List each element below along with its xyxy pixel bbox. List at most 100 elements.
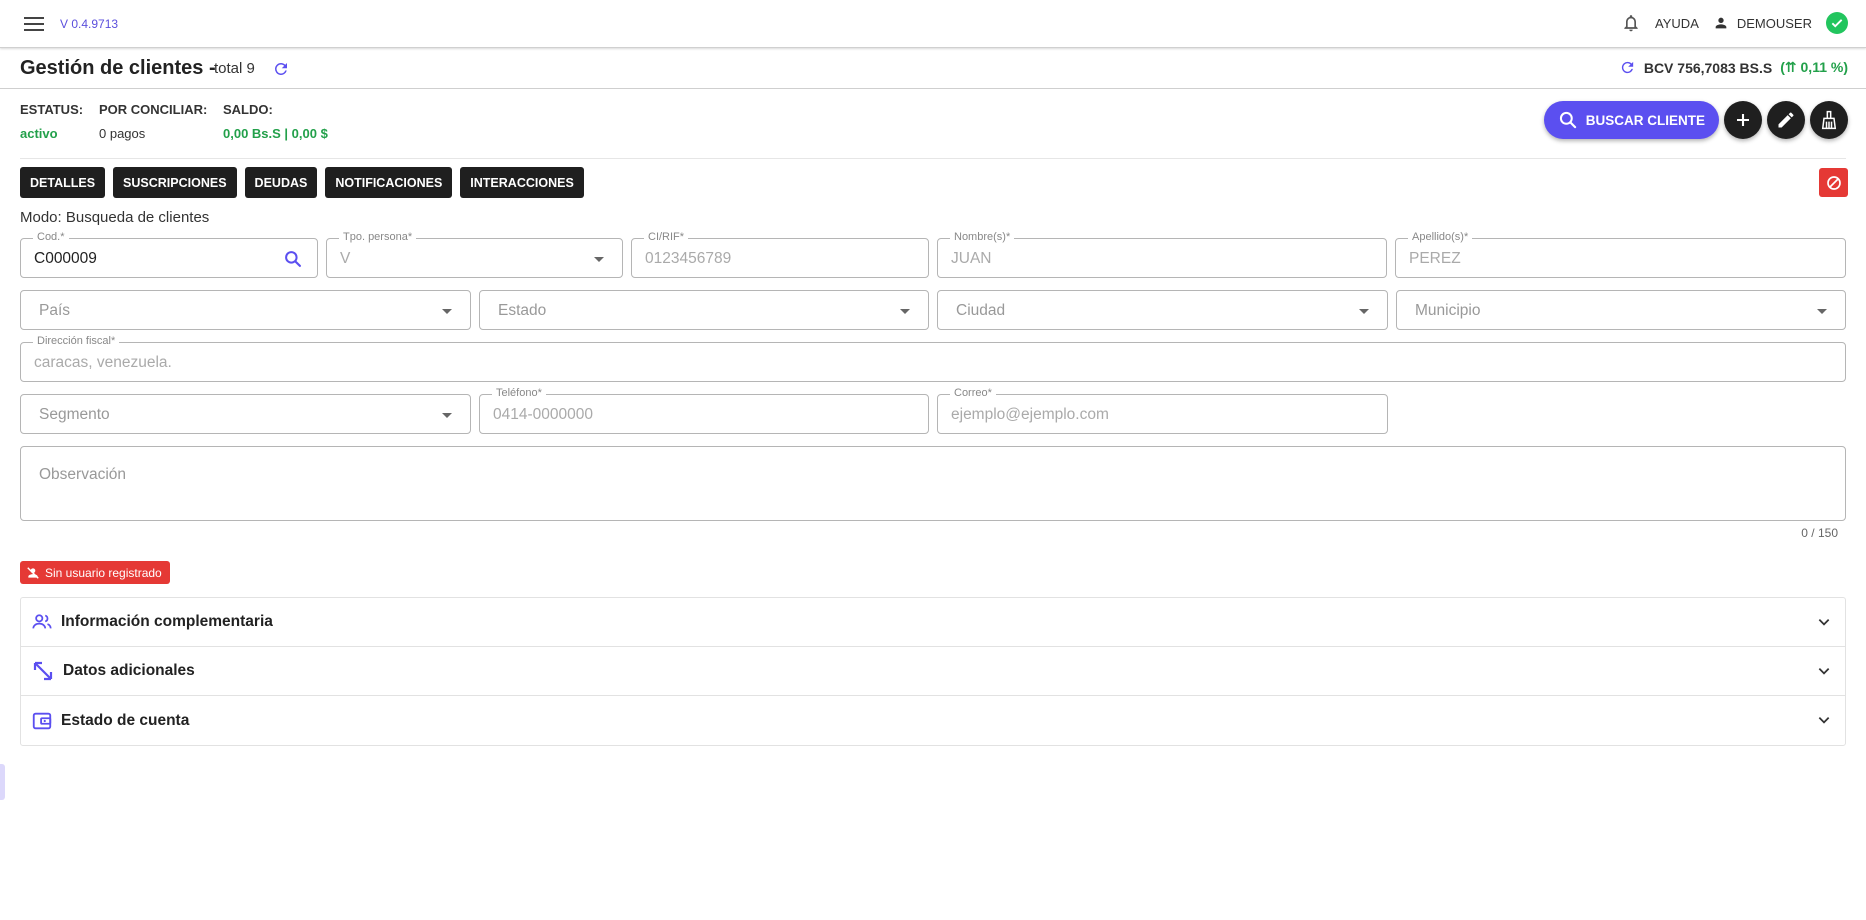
chevron-down-icon bbox=[442, 309, 452, 314]
accordion-title: Estado de cuenta bbox=[61, 711, 190, 729]
estado-placeholder: Estado bbox=[498, 302, 547, 319]
apellido-placeholder: PEREZ bbox=[1409, 250, 1461, 267]
nombre-field[interactable]: Nombre(s)* JUAN bbox=[937, 231, 1387, 278]
saldo-value: 0,00 Bs.S | 0,00 $ bbox=[223, 126, 328, 141]
exchange-rate: BCV 756,7083 BS.S (⇈ 0,11 %) bbox=[1619, 59, 1848, 76]
chevron-down-icon bbox=[1818, 619, 1830, 626]
clear-form-button[interactable] bbox=[1810, 101, 1848, 139]
tipo-persona-value: V bbox=[340, 250, 351, 267]
refresh-icon[interactable] bbox=[272, 60, 290, 83]
cod-label: Cod.* bbox=[33, 231, 69, 243]
tab-notificaciones[interactable]: NOTIFICACIONES bbox=[325, 167, 453, 198]
add-client-button[interactable] bbox=[1724, 101, 1762, 139]
direccion-fiscal-label: Dirección fiscal* bbox=[33, 335, 120, 347]
ban-icon bbox=[1826, 175, 1841, 190]
accordion-estado-de-cuenta[interactable]: Estado de cuenta bbox=[21, 696, 1845, 745]
wallet-icon bbox=[32, 712, 52, 729]
bcv-change: (⇈ 0,11 %) bbox=[1780, 59, 1848, 75]
side-drawer-handle[interactable] bbox=[0, 764, 5, 800]
observacion-placeholder: Observación bbox=[39, 466, 127, 483]
chevron-down-icon bbox=[900, 309, 910, 314]
nombre-placeholder: JUAN bbox=[951, 250, 992, 267]
help-button[interactable]: AYUDA bbox=[1655, 16, 1699, 31]
page-header: Gestión de clientes - total 9 BCV 756,70… bbox=[0, 49, 1866, 89]
top-app-bar: V 0.4.9713 AYUDA DEMOUSER bbox=[0, 0, 1866, 48]
apellido-field[interactable]: Apellido(s)* PEREZ bbox=[1395, 231, 1846, 278]
segmento-placeholder: Segmento bbox=[39, 406, 110, 423]
telefono-field[interactable]: Teléfono* 0414-0000000 bbox=[479, 387, 929, 434]
cod-value: C000009 bbox=[34, 250, 97, 267]
search-icon[interactable] bbox=[283, 249, 303, 269]
user-label: DEMOUSER bbox=[1736, 15, 1812, 31]
correo-field[interactable]: Correo* ejemplo@ejemplo.com bbox=[937, 387, 1388, 434]
telefono-placeholder: 0414-0000000 bbox=[493, 406, 593, 423]
plus-icon bbox=[1737, 114, 1749, 126]
chevron-down-icon bbox=[1818, 717, 1830, 724]
por-conciliar-label: POR CONCILIAR: bbox=[99, 102, 208, 117]
estatus-block: ESTATUS: activo bbox=[20, 102, 83, 141]
observacion-textarea[interactable]: Observación bbox=[20, 446, 1846, 521]
total-count: total 9 bbox=[214, 60, 255, 77]
accordion-datos-adicionales[interactable]: Datos adicionales bbox=[21, 647, 1845, 696]
bcv-rate: BCV 756,7083 BS.S bbox=[1643, 59, 1773, 76]
bell-icon bbox=[1624, 15, 1638, 32]
estado-select[interactable]: Estado bbox=[479, 290, 929, 330]
municipio-placeholder: Municipio bbox=[1415, 302, 1481, 319]
ci-rif-label: CI/RIF* bbox=[644, 231, 689, 243]
estatus-value: activo bbox=[20, 126, 58, 141]
chevron-down-icon bbox=[1817, 309, 1827, 314]
pais-select[interactable]: País bbox=[20, 290, 471, 330]
edit-client-button[interactable] bbox=[1767, 101, 1805, 139]
saldo-label: SALDO: bbox=[223, 102, 273, 117]
connection-status-icon bbox=[1826, 12, 1848, 34]
accordion-title: Información complementaria bbox=[61, 613, 273, 630]
tab-detalles[interactable]: DETALLES bbox=[20, 167, 106, 198]
tab-interacciones[interactable]: INTERACCIONES bbox=[460, 167, 584, 198]
chevron-down-icon bbox=[1359, 309, 1369, 314]
accordion-informacion-complementaria[interactable]: Información complementaria bbox=[21, 598, 1845, 647]
user-menu[interactable]: DEMOUSER bbox=[1713, 15, 1812, 31]
apellido-label: Apellido(s)* bbox=[1408, 231, 1473, 243]
pais-placeholder: País bbox=[39, 302, 71, 319]
ciudad-select[interactable]: Ciudad bbox=[937, 290, 1388, 330]
expand-arrows-icon bbox=[33, 661, 53, 681]
disable-client-button[interactable] bbox=[1819, 168, 1848, 197]
por-conciliar-block: POR CONCILIAR: 0 pagos bbox=[99, 102, 207, 141]
tipo-persona-label: Tpo. persona* bbox=[339, 231, 417, 243]
refresh-rate-icon[interactable] bbox=[1619, 59, 1636, 76]
accordion-title: Datos adicionales bbox=[63, 662, 195, 679]
tab-deudas[interactable]: DEUDAS bbox=[244, 167, 318, 198]
telefono-label: Teléfono* bbox=[492, 387, 546, 399]
chevron-down-icon bbox=[594, 257, 604, 262]
segmento-select[interactable]: Segmento bbox=[20, 394, 471, 434]
broom-icon bbox=[1821, 110, 1837, 130]
correo-placeholder: ejemplo@ejemplo.com bbox=[951, 406, 1109, 423]
ci-rif-field[interactable]: CI/RIF* 0123456789 bbox=[631, 231, 929, 278]
saldo-block: SALDO: 0,00 Bs.S | 0,00 $ bbox=[223, 102, 328, 141]
page-title: Gestión de clientes - bbox=[20, 57, 216, 79]
correo-label: Correo* bbox=[950, 387, 996, 399]
tipo-persona-select[interactable]: Tpo. persona* V bbox=[326, 231, 623, 278]
top-right-actions: AYUDA DEMOUSER bbox=[1621, 12, 1848, 34]
por-conciliar-value: 0 pagos bbox=[99, 126, 146, 141]
municipio-select[interactable]: Municipio bbox=[1396, 290, 1846, 330]
ci-rif-placeholder: 0123456789 bbox=[645, 250, 732, 267]
nombre-label: Nombre(s)* bbox=[950, 231, 1015, 243]
direccion-fiscal-field[interactable]: Dirección fiscal* caracas, venezuela. bbox=[20, 335, 1846, 382]
cod-field[interactable]: Cod.* C000009 bbox=[20, 231, 318, 278]
search-client-button[interactable]: BUSCAR CLIENTE bbox=[1543, 101, 1719, 139]
estatus-label: ESTATUS: bbox=[20, 102, 84, 117]
menu-icon[interactable] bbox=[24, 14, 46, 34]
direccion-fiscal-placeholder: caracas, venezuela. bbox=[34, 354, 172, 371]
details-accordion: Información complementaria Datos adicion… bbox=[20, 597, 1846, 746]
chevron-down-icon bbox=[1818, 668, 1830, 675]
notifications-button[interactable] bbox=[1621, 13, 1641, 33]
mode-text: Modo: Busqueda de clientes bbox=[20, 209, 210, 226]
help-label: AYUDA bbox=[1655, 15, 1699, 31]
no-user-badge: Sin usuario registrado bbox=[20, 561, 170, 584]
tab-suscripciones[interactable]: SUSCRIPCIONES bbox=[113, 167, 237, 198]
search-client-label: BUSCAR CLIENTE bbox=[1585, 112, 1705, 128]
action-buttons: BUSCAR CLIENTE bbox=[1543, 101, 1848, 139]
divider bbox=[20, 158, 1846, 159]
observacion-counter: 0 / 150 bbox=[1801, 526, 1838, 540]
